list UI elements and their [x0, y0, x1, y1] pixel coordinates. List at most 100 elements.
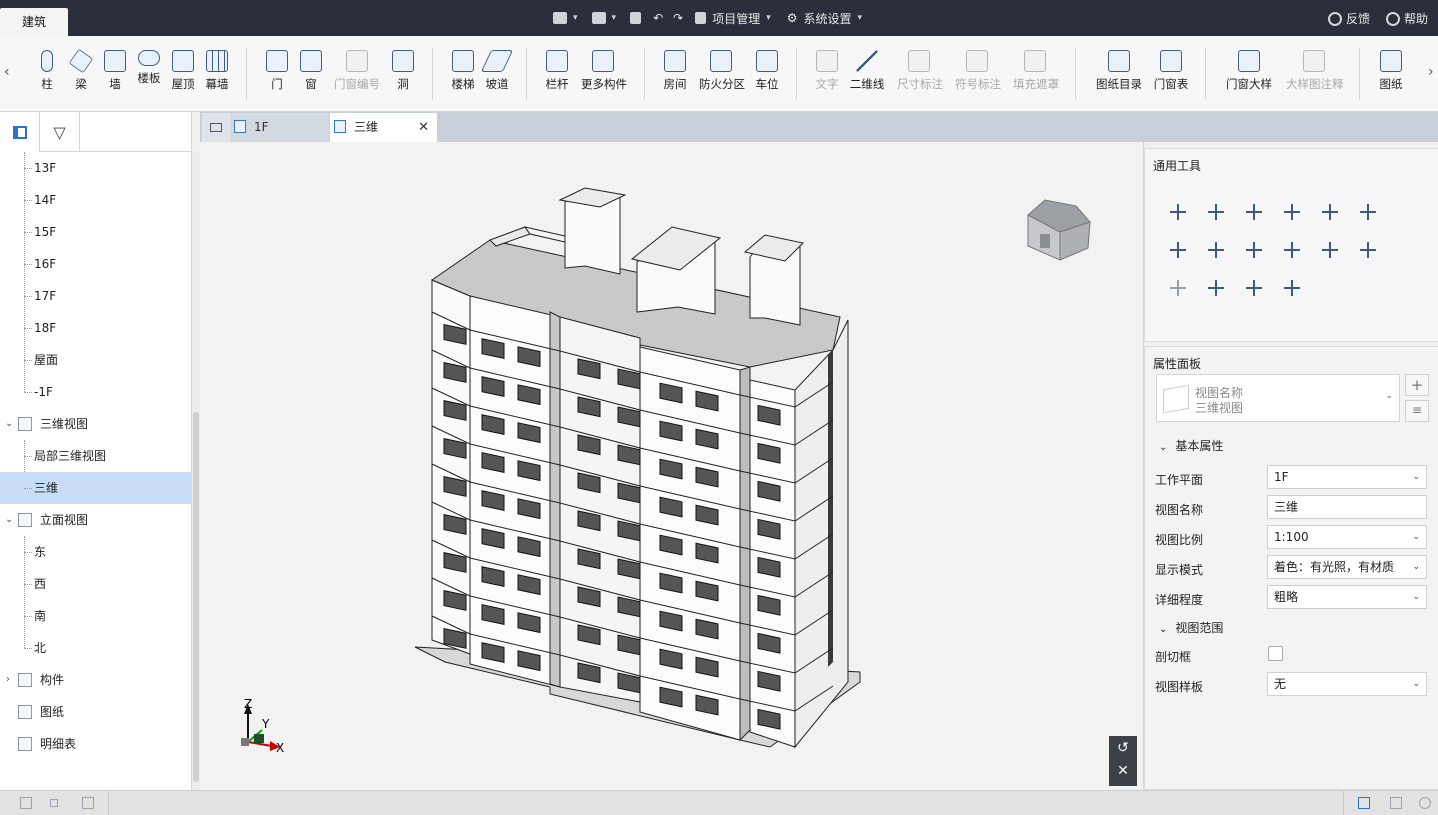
door-window-table-button[interactable]: 门窗表	[1148, 50, 1194, 92]
curtain-wall-button[interactable]: 幕墙	[195, 50, 239, 92]
ramp-button[interactable]: 坡道	[475, 50, 519, 92]
prop-select[interactable]: 1:100 ⌄	[1267, 525, 1427, 549]
help-button[interactable]: 帮助	[1385, 10, 1428, 27]
align-right-icon[interactable]	[1243, 277, 1265, 299]
tree-sheets[interactable]: 图纸	[0, 696, 191, 728]
prop-select[interactable]: 1F ⌄	[1267, 465, 1427, 489]
view-range-group[interactable]: ⌄ 视图范围	[1159, 619, 1223, 636]
reset-view-icon[interactable]: ↺	[1109, 736, 1137, 760]
tree-floor-18f[interactable]: 18F	[0, 312, 191, 344]
ribbon-scroll-right[interactable]: ›	[1428, 64, 1434, 80]
prop-input[interactable]: 三维	[1267, 495, 1427, 519]
basic-props-group[interactable]: ⌄ 基本属性	[1159, 437, 1223, 454]
tab-3d[interactable]: 三维 ✕	[330, 113, 437, 142]
tree-3d-views[interactable]: ⌄ 三维视图	[0, 408, 191, 440]
extend-icon[interactable]	[1243, 239, 1265, 261]
offset-copy-icon[interactable]	[1167, 239, 1189, 261]
view-type-selector[interactable]: 视图名称 三维视图 ⌄	[1156, 374, 1400, 422]
text-button[interactable]: 文字	[805, 50, 849, 92]
view-template-select[interactable]: 无 ⌄	[1267, 672, 1427, 696]
door-window-number-button[interactable]: 门窗编号	[334, 50, 380, 92]
tree-floor-15f[interactable]: 15F	[0, 216, 191, 248]
tree-floor-roof[interactable]: 屋面	[0, 344, 191, 376]
tree-local-3d-view[interactable]: 局部三维视图	[0, 440, 191, 472]
tree-3d-view[interactable]: 三维	[0, 472, 191, 504]
page-icon[interactable]	[1390, 797, 1402, 809]
prop-select[interactable]: 着色：有光照，有材质 ⌄	[1267, 555, 1427, 579]
tree-floor-16f[interactable]: 16F	[0, 248, 191, 280]
array-stack-icon[interactable]	[1205, 239, 1227, 261]
project-menu[interactable]: 项目管理	[712, 10, 760, 27]
window-button[interactable]: 窗	[289, 50, 333, 92]
app-tab-architecture[interactable]: 建筑	[0, 8, 68, 36]
small-square-icon[interactable]	[50, 799, 58, 807]
drawings-button[interactable]: 图纸	[1369, 50, 1413, 92]
detail-note-button[interactable]: 大样图注释	[1286, 50, 1344, 92]
tree-elevation-south[interactable]: 南	[0, 600, 191, 632]
delete-icon[interactable]	[1167, 277, 1189, 299]
layers-icon[interactable]	[82, 797, 94, 809]
close-view-icon[interactable]: ✕	[1109, 760, 1137, 784]
tree-elevation-views[interactable]: ⌄ 立面视图	[0, 504, 191, 536]
tree-scrollbar[interactable]	[192, 152, 200, 790]
symbol-button[interactable]: 符号标注	[955, 50, 1001, 92]
folder-icon[interactable]	[553, 12, 567, 24]
railing-button[interactable]: 栏杆	[535, 50, 579, 92]
copy-box-icon[interactable]	[1205, 201, 1227, 223]
parking-button[interactable]: 车位	[745, 50, 789, 92]
prop-select[interactable]: 粗略 ⌄	[1267, 585, 1427, 609]
grid-array-icon[interactable]	[1319, 239, 1341, 261]
tree-components[interactable]: › 构件	[0, 664, 191, 696]
3d-viewport[interactable]: Z Y X	[200, 142, 1142, 790]
door-window-detail-button[interactable]: 门窗大样	[1226, 50, 1272, 92]
dimension-button[interactable]: 尺寸标注	[897, 50, 943, 92]
box-icon[interactable]	[591, 12, 606, 24]
tab-1f[interactable]: 1F	[230, 113, 329, 142]
undo-icon[interactable]: ↶	[653, 11, 663, 25]
line2d-button[interactable]: 二维线	[845, 50, 889, 92]
tree-floor-13f[interactable]: 13F	[0, 152, 191, 184]
chevron-right-icon[interactable]: ›	[6, 664, 10, 696]
ribbon-scroll-left[interactable]: ‹	[4, 64, 10, 80]
tree-floor-17f[interactable]: 17F	[0, 280, 191, 312]
view-template-label: 视图样板	[1155, 680, 1204, 694]
add-type-button[interactable]: +	[1405, 374, 1429, 396]
split-icon[interactable]	[1319, 201, 1341, 223]
trim-icon[interactable]	[1281, 201, 1303, 223]
save-icon[interactable]	[630, 12, 642, 24]
chevron-down-icon[interactable]: ⌄	[5, 408, 13, 440]
room-button[interactable]: 房间	[653, 50, 697, 92]
view-cube[interactable]	[1027, 199, 1091, 261]
tree-schedules[interactable]: 明细表	[0, 728, 191, 760]
gear-icon: ⚙	[786, 11, 798, 25]
view-settings-icon[interactable]	[1358, 797, 1370, 809]
tree-elevation-east[interactable]: 东	[0, 536, 191, 568]
chevron-down-icon[interactable]: ⌄	[5, 504, 13, 536]
tree-elevation-north[interactable]: 北	[0, 632, 191, 664]
feedback-button[interactable]: 反馈	[1327, 10, 1370, 27]
tree-elevation-west[interactable]: 西	[0, 568, 191, 600]
measure-icon[interactable]	[1281, 277, 1303, 299]
step-array-icon[interactable]	[1281, 239, 1303, 261]
drawing-list-button[interactable]: 图纸目录	[1096, 50, 1142, 92]
rotate-icon[interactable]	[1243, 201, 1265, 223]
fill-mask-button[interactable]: 填充遮罩	[1013, 50, 1059, 92]
mirror-icon[interactable]	[1357, 239, 1379, 261]
opening-button[interactable]: 洞	[381, 50, 425, 92]
settings-menu[interactable]: 系统设置	[804, 10, 852, 27]
align-icon[interactable]	[1357, 201, 1379, 223]
redo-icon[interactable]: ↷	[673, 11, 683, 25]
grid-icon[interactable]	[20, 797, 32, 809]
3d-box-icon[interactable]	[1205, 277, 1227, 299]
section-box-checkbox[interactable]	[1268, 646, 1283, 661]
move-icon[interactable]	[1167, 201, 1189, 223]
close-tab-icon[interactable]: ✕	[418, 113, 429, 142]
zoom-icon[interactable]	[1419, 797, 1431, 809]
tree-floor-b1[interactable]: -1F	[0, 376, 191, 408]
fire-zone-button[interactable]: 防火分区	[699, 50, 745, 92]
type-list-button[interactable]: ≡	[1405, 400, 1429, 422]
line-icon	[856, 50, 878, 72]
more-components-button[interactable]: 更多构件	[581, 50, 627, 92]
tree-floor-14f[interactable]: 14F	[0, 184, 191, 216]
tab-list-button[interactable]	[202, 113, 230, 142]
